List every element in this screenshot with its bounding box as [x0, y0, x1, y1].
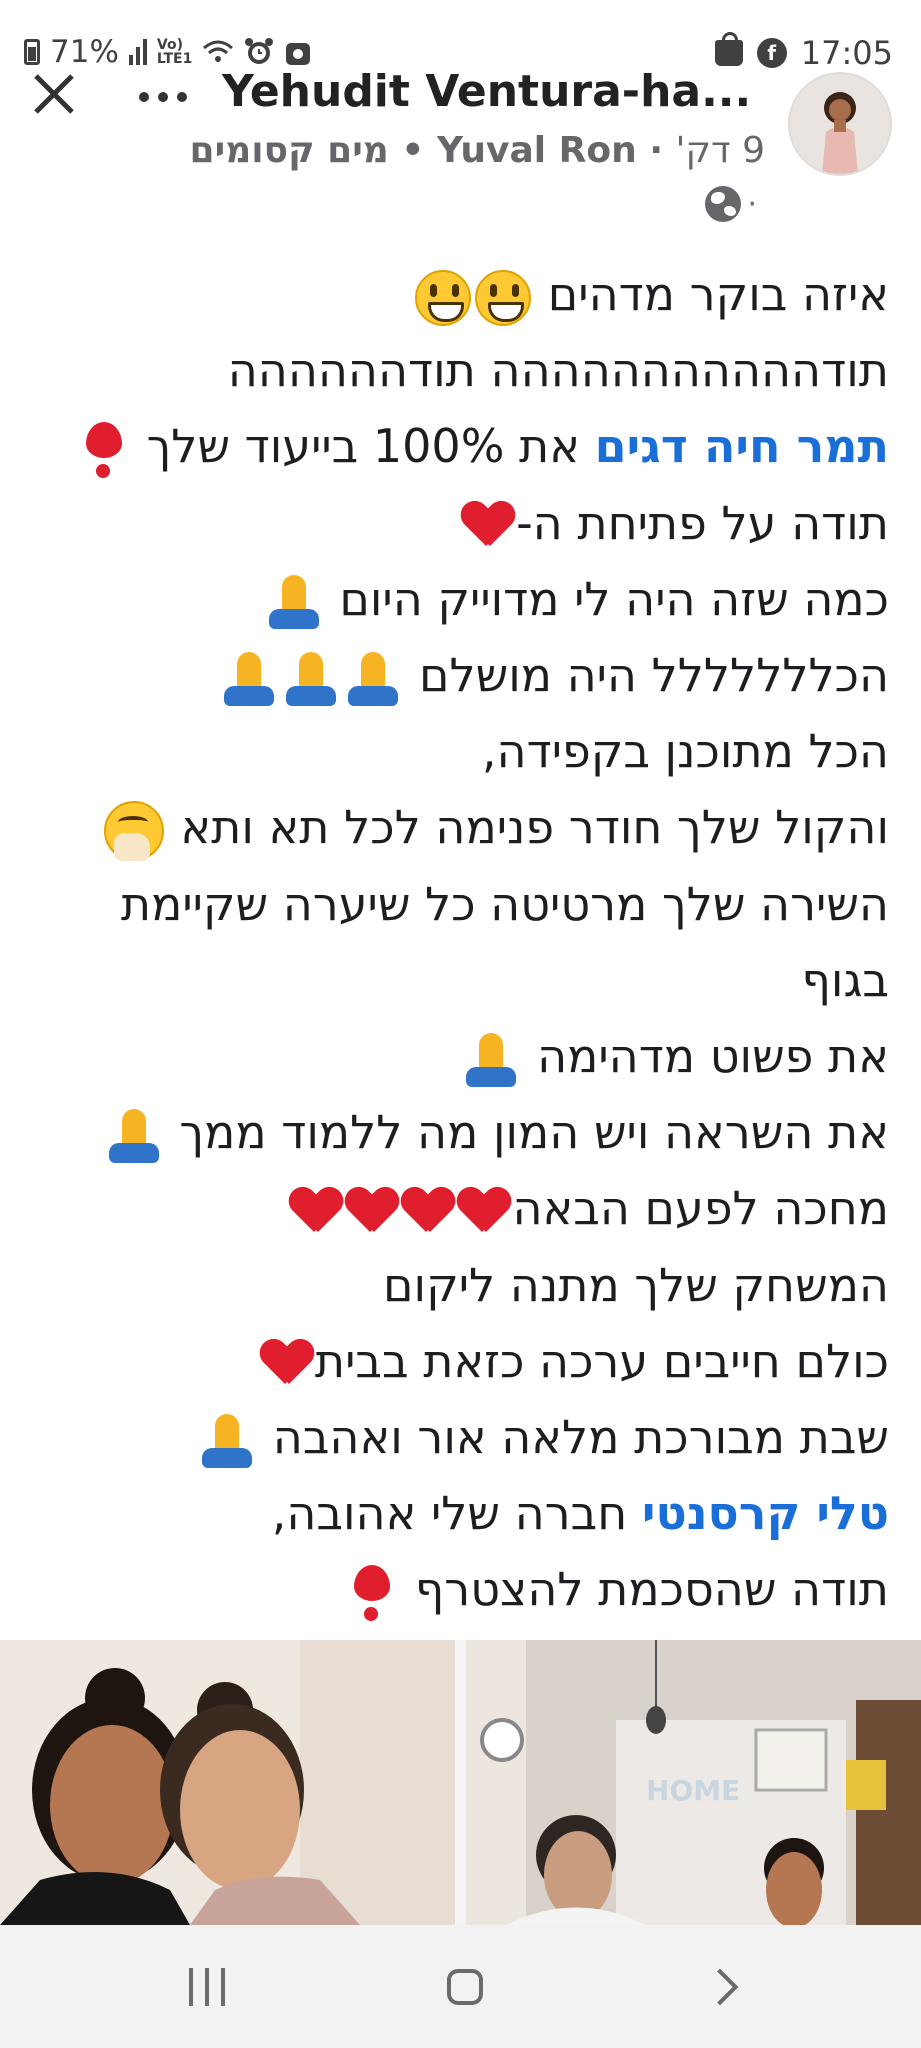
post-line: המשחק שלך מתנה ליקום	[383, 1257, 889, 1312]
post-text: איזה בוקר מדהים תודההההההההההה תודהההההה…	[14, 256, 889, 1628]
meta-bullet: •	[401, 130, 425, 171]
folded-hands-icon	[265, 573, 323, 631]
post-line: איזה בוקר מדהים	[14, 256, 889, 332]
photo-right[interactable]: HOME	[466, 1640, 921, 1925]
tagged-user[interactable]: Yuval Ron	[437, 130, 637, 171]
post-line: תודה שהסכמת להצטרף	[14, 1551, 889, 1627]
avatar-image	[790, 74, 890, 174]
chevron-right-icon	[701, 1968, 739, 2005]
red-heart-icon	[462, 502, 514, 550]
globe-icon	[705, 186, 742, 222]
home-button[interactable]	[405, 1925, 525, 2048]
post-line: שבת מבורכת מלאה אור ואהבה	[14, 1399, 889, 1475]
post-line: הכללללללל היה מושלם	[14, 637, 889, 713]
post-line: את השראה ויש המון מה ללמוד ממך	[14, 1094, 889, 1170]
red-heart-icon	[290, 1188, 342, 1236]
home-wall-text: HOME	[646, 1774, 740, 1807]
red-heart-icon	[458, 1188, 510, 1236]
heart-exclamation-icon	[346, 1563, 398, 1623]
post-line: תמר חיה דגים את 100% בייעוד שלך	[14, 408, 889, 484]
red-heart-icon	[402, 1188, 454, 1236]
post-time: 9 דק'	[675, 130, 765, 171]
post-line: תודההההההההההה תודהההההה	[227, 343, 889, 398]
post-line: והקול שלך חודר פנימה לכל תא ותא	[14, 789, 889, 865]
meta-separator: ·	[649, 130, 663, 171]
author-avatar[interactable]	[788, 72, 892, 176]
photo-left[interactable]	[0, 1640, 455, 1925]
post-photos: HOME	[0, 1640, 921, 1925]
more-icon	[139, 92, 187, 102]
post-line: כולם חייבים ערכה כזאת בבית	[14, 1323, 889, 1399]
navigation-bar	[0, 1925, 921, 2048]
photo-living-room: HOME	[466, 1640, 921, 1925]
post-line: הכל מתוכנן בקפידה,	[481, 724, 889, 779]
post-line: תודה על פתיחת ה-	[14, 485, 889, 561]
recent-apps-button[interactable]	[147, 1925, 267, 2048]
location-name[interactable]: מים קסומים	[190, 130, 389, 171]
home-icon	[447, 1968, 483, 2005]
grinning-face-icon	[415, 269, 472, 326]
folded-hands-icon	[344, 650, 402, 708]
post-header: Yehudit Ventura-ha... 9 דק' · Yuval Ron …	[0, 60, 921, 250]
volte-label: Vo)	[156, 37, 183, 53]
folded-hands-icon	[220, 650, 278, 708]
post-line: בגוף	[801, 952, 889, 1007]
hand-over-mouth-icon	[103, 800, 164, 861]
folded-hands-icon	[282, 650, 340, 708]
post-line: מחכה לפעם הבאה	[14, 1170, 889, 1246]
author-name[interactable]: Yehudit Ventura-ha...	[222, 66, 782, 117]
more-options-button[interactable]	[138, 70, 188, 110]
heart-exclamation-icon	[78, 420, 130, 480]
red-heart-icon	[346, 1188, 398, 1236]
grinning-face-icon	[475, 269, 532, 326]
audience-row: ·	[705, 186, 757, 222]
mention-link[interactable]: טלי קרסנטי	[642, 1486, 889, 1540]
recents-icon	[189, 1967, 225, 2006]
post-line: את פשוט מדהימה	[14, 1018, 889, 1094]
back-button[interactable]	[660, 1925, 780, 2048]
audience-dot: ·	[747, 186, 757, 222]
folded-hands-icon	[105, 1107, 163, 1165]
folded-hands-icon	[198, 1412, 256, 1470]
close-icon	[34, 74, 74, 114]
post-meta: 9 דק' · Yuval Ron • מים קסומים	[190, 130, 765, 171]
folded-hands-icon	[462, 1031, 520, 1089]
mention-link[interactable]: תמר חיה דגים	[595, 419, 889, 473]
close-button[interactable]	[28, 68, 80, 120]
post-line: טלי קרסנטי חברה שלי אהובה,	[271, 1486, 889, 1541]
red-heart-icon	[261, 1340, 313, 1388]
photo-two-women	[0, 1640, 455, 1925]
post-line: השירה שלך מרטיטה כל שיערה שקיימת	[120, 876, 889, 931]
post-line: כמה שזה היה לי מדוייק היום	[14, 561, 889, 637]
